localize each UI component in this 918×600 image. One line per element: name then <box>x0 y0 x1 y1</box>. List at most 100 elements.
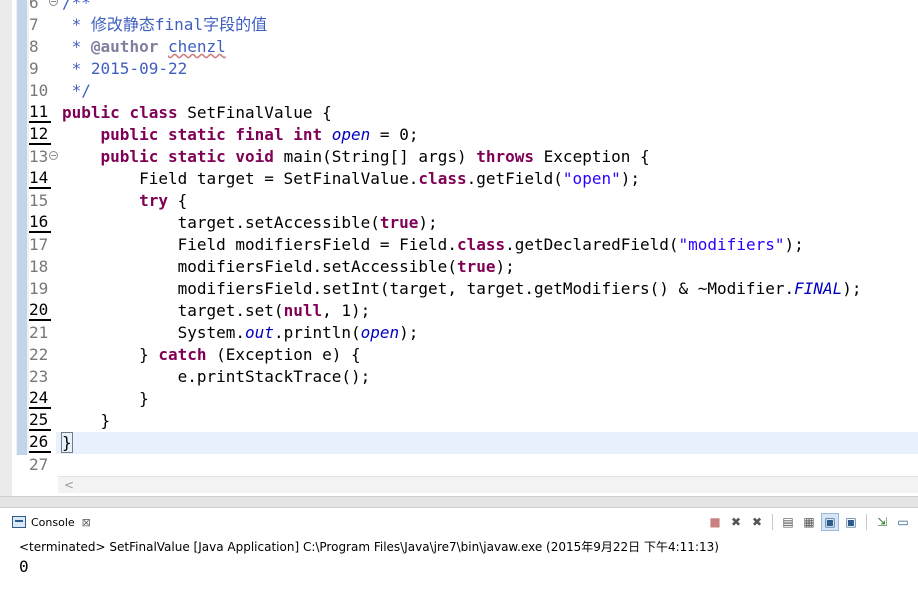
code-text[interactable]: e.printStackTrace(); <box>62 366 371 388</box>
code-text[interactable]: public class SetFinalValue { <box>62 102 332 124</box>
code-token: Exception { <box>534 147 650 166</box>
line-number: 26 <box>29 432 51 453</box>
code-token: null <box>283 301 323 320</box>
pin-console-icon[interactable]: ⇲ <box>873 513 891 531</box>
code-line[interactable]: 10 */ <box>0 80 918 102</box>
code-text[interactable]: Field modifiersField = Field.class.getDe… <box>62 234 804 256</box>
code-line[interactable]: 21 System.out.println(open); <box>0 322 918 344</box>
code-token: ); <box>842 279 862 298</box>
tab-console[interactable]: Console ⊠ <box>12 511 91 533</box>
line-number: 17 <box>29 235 49 254</box>
code-token: * 修改静态final字段的值 <box>62 15 268 34</box>
code-token: class <box>129 103 178 122</box>
terminate-icon[interactable]: ■ <box>706 513 724 531</box>
code-text[interactable]: try { <box>62 190 187 212</box>
code-text[interactable]: public static final int open = 0; <box>62 124 419 146</box>
horizontal-scrollbar[interactable]: < <box>58 476 918 493</box>
code-line[interactable]: 6 −/** <box>0 0 918 14</box>
code-token: ); <box>418 213 438 232</box>
clear-console-icon[interactable]: ▤ <box>779 513 797 531</box>
remove-all-terminated-icon[interactable]: ✖ <box>748 513 766 531</box>
code-token: ); <box>399 323 419 342</box>
code-token: } <box>62 389 149 408</box>
code-text[interactable]: * 2015-09-22 <box>62 58 188 80</box>
code-line[interactable]: 24 } <box>0 388 918 410</box>
code-line[interactable]: 9 * 2015-09-22 <box>0 58 918 80</box>
code-token: void <box>235 147 274 166</box>
code-text[interactable]: target.set(null, 1); <box>62 300 371 322</box>
line-number: 14 <box>29 168 51 189</box>
code-line[interactable]: 11 public class SetFinalValue { <box>0 102 918 124</box>
code-line[interactable]: 14 Field target = SetFinalValue.class.ge… <box>0 168 918 190</box>
code-editor[interactable]: 6−/** 7 * 修改静态final字段的值 8 * @author chenzl… <box>0 0 918 500</box>
show-console-on-error-icon[interactable]: ▣ <box>842 513 860 531</box>
code-token: */ <box>62 81 91 100</box>
code-text[interactable]: Field target = SetFinalValue.class.getFi… <box>62 168 640 190</box>
scroll-lock-icon[interactable]: ▦ <box>800 513 818 531</box>
code-token: modifiersField.setInt(target, target.get… <box>62 279 795 298</box>
code-token: throws <box>476 147 535 166</box>
code-text[interactable]: */ <box>62 80 91 102</box>
code-line[interactable]: 20 target.set(null, 1); <box>0 300 918 322</box>
code-token: SetFinalValue { <box>177 103 332 122</box>
console-output[interactable]: 0 <box>19 557 29 576</box>
code-text[interactable]: * @author chenzl <box>62 36 226 58</box>
code-text[interactable]: /** <box>62 0 91 14</box>
code-token: } <box>62 411 111 430</box>
code-line[interactable]: 22 } catch (Exception e) { <box>0 344 918 366</box>
code-line[interactable]: 8 * @author chenzl <box>0 36 918 58</box>
code-token: ); <box>784 235 804 254</box>
code-line[interactable]: 16 target.setAccessible(true); <box>0 212 918 234</box>
code-token: { <box>167 191 188 210</box>
console-icon <box>12 516 26 528</box>
code-line[interactable]: 18 modifiersField.setAccessible(true); <box>0 256 918 278</box>
fold-toggle-icon[interactable]: − <box>49 0 58 6</box>
code-text[interactable]: modifiersField.setInt(target, target.get… <box>62 278 862 300</box>
line-number: 8 <box>29 37 39 56</box>
code-text[interactable]: modifiersField.setAccessible(true); <box>62 256 515 278</box>
code-token: public <box>62 103 120 122</box>
code-token: static <box>167 125 226 144</box>
close-tab-icon[interactable]: ⊠ <box>82 516 91 529</box>
code-token: * <box>62 37 91 56</box>
code-line[interactable]: 12 public static final int open = 0; <box>0 124 918 146</box>
code-token: modifiersField.setAccessible( <box>62 257 457 276</box>
code-text[interactable]: } <box>61 432 73 454</box>
code-token: chenzl <box>167 37 226 56</box>
line-number: 13 <box>29 147 49 166</box>
code-token: System. <box>62 323 246 342</box>
code-line[interactable]: 25 } <box>0 410 918 432</box>
line-number: 12 <box>29 124 51 145</box>
code-line[interactable]: 7 * 修改静态final字段的值 <box>0 14 918 36</box>
code-token: static <box>167 147 226 166</box>
code-line[interactable]: 13− public static void main(String[] arg… <box>0 146 918 168</box>
code-line[interactable]: 17 Field modifiersField = Field.class.ge… <box>0 234 918 256</box>
line-number: 19 <box>29 279 49 298</box>
remove-launch-icon[interactable]: ✖ <box>727 513 745 531</box>
line-number: 20 <box>29 300 51 321</box>
fold-toggle-icon[interactable]: − <box>49 151 58 160</box>
code-line[interactable]: 23 e.printStackTrace(); <box>0 366 918 388</box>
code-text[interactable]: public static void main(String[] args) t… <box>62 146 650 168</box>
display-selected-console-icon[interactable]: ▭ <box>894 513 912 531</box>
code-line[interactable]: 19 modifiersField.setInt(target, target.… <box>0 278 918 300</box>
code-text[interactable]: * 修改静态final字段的值 <box>62 14 267 36</box>
code-text[interactable]: target.setAccessible(true); <box>62 212 438 234</box>
console-view: Console ⊠ ■ ✖ ✖ ▤ ▦ ▣ ▣ ⇲ ▭ <terminated> SetFina… <box>0 508 918 600</box>
console-toolbar: ■ ✖ ✖ ▤ ▦ ▣ ▣ ⇲ ▭ <box>706 513 912 531</box>
code-token: open <box>331 125 371 144</box>
code-line[interactable]: 15 try { <box>0 190 918 212</box>
code-line[interactable]: 26} <box>0 432 918 454</box>
code-token: } <box>62 345 159 364</box>
code-text[interactable]: } <box>62 388 149 410</box>
scroll-left-icon[interactable]: < <box>64 477 74 493</box>
code-text[interactable]: } <box>62 410 111 432</box>
show-console-on-output-icon[interactable]: ▣ <box>821 513 839 531</box>
code-line[interactable]: 27 <box>0 454 918 476</box>
code-text[interactable]: } catch (Exception e) { <box>62 344 361 366</box>
code-token: class <box>418 169 467 188</box>
panel-separator[interactable] <box>0 496 918 508</box>
code-text[interactable]: System.out.println(open); <box>62 322 419 344</box>
